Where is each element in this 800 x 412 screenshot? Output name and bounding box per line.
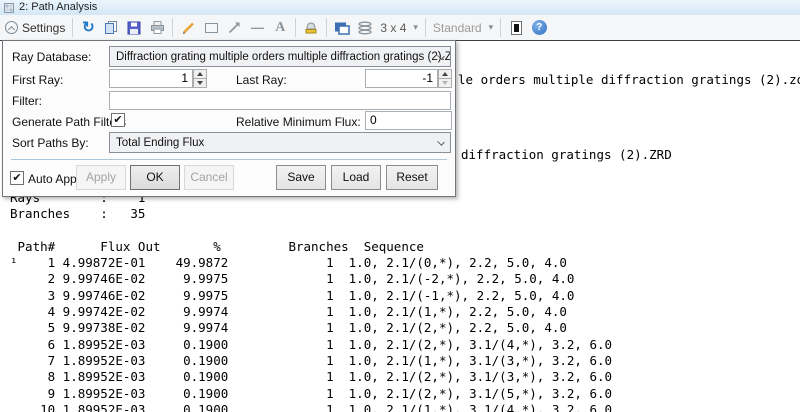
path-table-row: 5 9.99738E-02 9.9974 1 1.0, 2.1/(2,*), 2…	[10, 320, 800, 336]
path-analysis-report: Rays : 1Branches : 35 Path# Flux Out % B…	[0, 190, 800, 412]
style-label: Standard	[433, 21, 482, 35]
auto-apply-checkbox[interactable]: ✔	[10, 171, 24, 185]
window-title: 2: Path Analysis	[19, 0, 97, 15]
window-titlebar[interactable]: 2: Path Analysis	[0, 0, 800, 15]
layers-icon	[357, 21, 373, 35]
toolbar-separator	[172, 18, 173, 37]
save-settings-button[interactable]: Save	[276, 165, 326, 190]
path-table-row: 3 9.99746E-02 9.9975 1 1.0, 2.1/(-1,*), …	[10, 288, 800, 304]
report-blank-line	[10, 223, 800, 239]
refresh-icon: ↻	[82, 21, 95, 35]
apply-button[interactable]: Apply	[76, 165, 126, 190]
path-table-row: 4 9.99742E-02 9.9974 1 1.0, 2.1/(1,*), 2…	[10, 304, 800, 320]
copy-button[interactable]	[101, 17, 121, 39]
filter-input[interactable]	[109, 91, 451, 110]
help-icon: ?	[532, 20, 547, 35]
path-table-header: Path# Flux Out % Branches Sequence	[10, 239, 800, 255]
path-table-row: 8 1.89952E-03 0.1900 1 1.0, 2.1/(2,*), 3…	[10, 369, 800, 385]
chevron-up-circle-icon	[5, 21, 18, 34]
path-table-row: ¹ 1 4.99872E-01 49.9872 1 1.0, 2.1/(0,*)…	[10, 255, 800, 271]
help-button[interactable]: ?	[529, 17, 549, 39]
arrow-tool-button[interactable]	[224, 17, 244, 39]
grid-size-label: 3 x 4	[380, 21, 406, 35]
settings-label: Settings	[22, 21, 65, 35]
dialog-separator	[11, 159, 447, 160]
print-icon	[150, 20, 165, 35]
toolbar-separator	[72, 18, 73, 37]
first-ray-input[interactable]: 1	[109, 69, 193, 88]
refresh-button[interactable]: ↻	[78, 17, 98, 39]
spinner-up-icon[interactable]	[438, 69, 452, 79]
sort-paths-by-combobox[interactable]: Total Ending Flux	[109, 132, 451, 153]
last-ray-label: Last Ray:	[236, 73, 287, 87]
window-icon	[4, 3, 14, 13]
invert-display-button[interactable]	[506, 17, 526, 39]
style-dropdown[interactable]: Standard ▾	[431, 17, 495, 39]
reset-settings-button[interactable]: Reset	[386, 165, 438, 190]
toolbar-separator	[425, 18, 426, 37]
filter-label: Filter:	[12, 94, 42, 108]
path-table-row: 9 1.89952E-03 0.1900 1 1.0, 2.1/(2,*), 3…	[10, 386, 800, 402]
print-button[interactable]	[147, 17, 167, 39]
ray-database-label: Ray Database:	[12, 50, 91, 64]
relative-minimum-flux-label: Relative Minimum Flux:	[236, 115, 361, 129]
window-layout-button[interactable]	[332, 17, 352, 39]
toolbar-separator	[295, 18, 296, 37]
ray-database-value: Diffraction grating multiple orders mult…	[116, 51, 451, 63]
path-table-row: 2 9.99746E-02 9.9975 1 1.0, 2.1/(-2,*), …	[10, 271, 800, 287]
copy-icon	[104, 20, 119, 35]
text-tool-button[interactable]: A	[270, 17, 290, 39]
line-tool-button[interactable]: —	[247, 17, 267, 39]
sort-paths-by-value: Total Ending Flux	[116, 137, 204, 149]
generate-path-filters-label: Generate Path Filters	[12, 115, 126, 129]
relative-minimum-flux-input[interactable]: 0	[365, 111, 452, 130]
pencil-tool-button[interactable]	[178, 17, 198, 39]
toolbar-separator	[326, 18, 327, 37]
grid-size-dropdown[interactable]: 3 x 4 ▾	[378, 17, 420, 39]
chevron-down-icon	[437, 138, 445, 146]
pencil-icon	[181, 20, 196, 35]
path-table-row: 10 1.89952E-03 0.1900 1 1.0, 2.1/(1,*), …	[10, 402, 800, 412]
last-ray-spinner[interactable]	[438, 69, 452, 88]
settings-toggle-button[interactable]: Settings	[3, 17, 67, 39]
lamp-icon	[304, 20, 318, 35]
arrow-icon	[227, 20, 242, 35]
layers-button[interactable]	[355, 17, 375, 39]
invert-display-icon	[511, 21, 522, 35]
last-ray-input[interactable]: -1	[365, 69, 438, 88]
save-button-toolbar[interactable]	[124, 17, 144, 39]
chevron-down-icon: ▾	[489, 22, 494, 33]
ray-database-combobox[interactable]: Diffraction grating multiple orders mult…	[109, 46, 451, 67]
load-settings-button[interactable]: Load	[331, 165, 381, 190]
spinner-up-icon[interactable]	[193, 69, 207, 79]
report-clipped-line-mid: diffraction gratings (2).ZRD	[461, 147, 672, 162]
window-layout-icon	[334, 21, 350, 35]
toolbar-separator	[500, 18, 501, 37]
cancel-button[interactable]: Cancel	[184, 165, 234, 190]
spinner-down-icon[interactable]	[438, 79, 452, 88]
rectangle-tool-button[interactable]	[201, 17, 221, 39]
settings-dialog: Ray Database: Diffraction grating multip…	[2, 40, 456, 197]
report-summary-line: Branches : 35	[10, 206, 800, 222]
rectangle-icon	[205, 23, 218, 33]
text-icon: A	[275, 20, 285, 36]
first-ray-label: First Ray:	[12, 73, 63, 87]
toolbar: Settings ↻	[0, 15, 800, 41]
report-clipped-line-top: le orders multiple diffraction gratings …	[458, 72, 800, 87]
save-icon	[127, 21, 141, 35]
path-analysis-window: 2: Path Analysis Settings ↻	[0, 0, 800, 412]
first-ray-spinner[interactable]	[193, 69, 207, 88]
chevron-down-icon: ▾	[413, 22, 418, 33]
spinner-down-icon[interactable]	[193, 79, 207, 88]
lamp-button[interactable]	[301, 17, 321, 39]
ok-button[interactable]: OK	[130, 165, 180, 190]
sort-paths-by-label: Sort Paths By:	[12, 136, 89, 150]
line-icon: —	[251, 20, 264, 35]
generate-path-filters-checkbox[interactable]: ✔	[111, 113, 125, 127]
path-table-row: 7 1.89952E-03 0.1900 1 1.0, 2.1/(1,*), 3…	[10, 353, 800, 369]
path-table-row: 6 1.89952E-03 0.1900 1 1.0, 2.1/(2,*), 3…	[10, 337, 800, 353]
